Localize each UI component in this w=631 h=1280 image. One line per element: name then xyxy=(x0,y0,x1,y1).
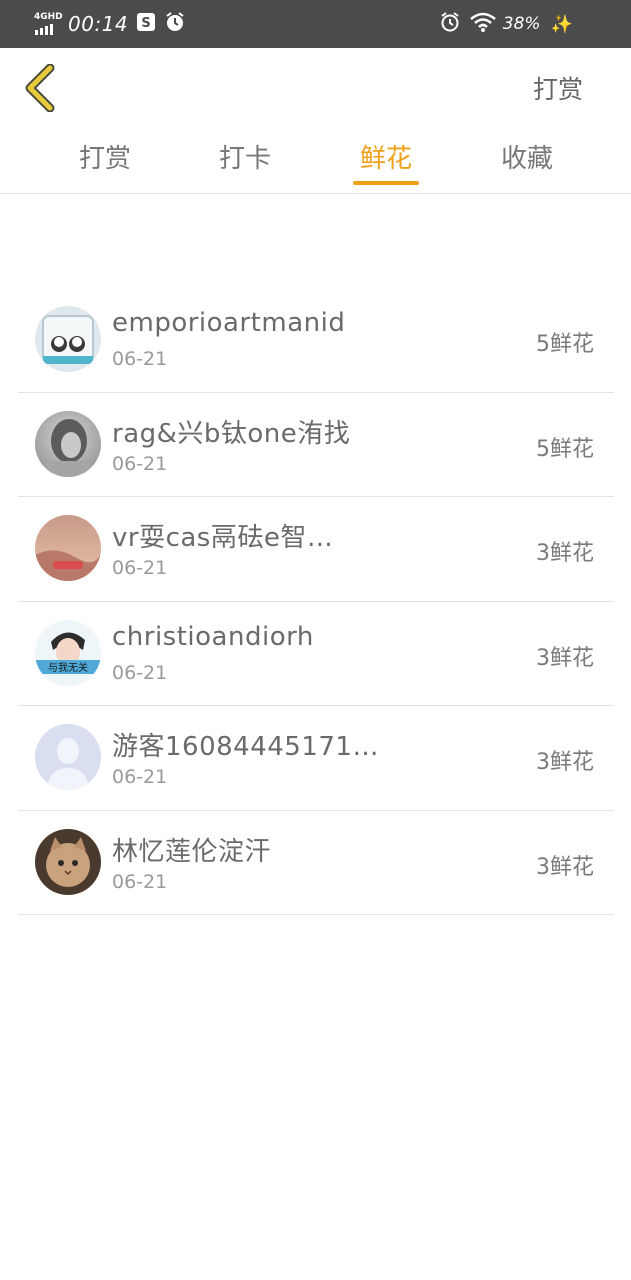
flower-gift-list: emporioartmanid 06-21 5鲜花 rag&兴b钛one洧找 0… xyxy=(18,288,614,915)
gift-date: 06-21 xyxy=(112,348,168,370)
flower-count: 5鲜花 xyxy=(536,436,594,462)
default-avatar-icon xyxy=(35,724,101,790)
avatar: 与我无关 xyxy=(35,619,101,686)
tab-flowers[interactable]: 鲜花 xyxy=(353,138,419,188)
flower-count: 3鲜花 xyxy=(536,541,594,566)
alarm-icon xyxy=(439,11,461,37)
battery-level: 38% xyxy=(502,14,541,34)
reward-action-button[interactable]: 打赏 xyxy=(533,70,583,106)
alarm-icon xyxy=(164,11,186,37)
tab-label: 鲜花 xyxy=(359,144,412,174)
status-bar: 4GHD 00:14 S 38% ✨ xyxy=(0,0,631,48)
user-name: vr耍cas鬲砝e智… xyxy=(112,523,334,553)
notification-app-icon: S xyxy=(136,12,156,36)
tab-favorites[interactable]: 收藏 xyxy=(494,138,560,188)
user-name: 游客16084445171… xyxy=(112,732,379,762)
list-item[interactable]: 游客16084445171… 06-21 3鲜花 xyxy=(18,706,614,811)
list-item[interactable]: rag&兴b钛one洧找 06-21 5鲜花 xyxy=(18,393,614,497)
list-item[interactable]: vr耍cas鬲砝e智… 06-21 3鲜花 xyxy=(18,497,614,602)
gift-date: 06-21 xyxy=(112,452,168,475)
user-name: emporioartmanid xyxy=(112,308,346,338)
cellular-signal-icon: 4GHD xyxy=(34,12,63,36)
user-name: christioandiorh xyxy=(112,621,314,652)
gift-date: 06-21 xyxy=(112,557,168,579)
avatar xyxy=(35,828,101,895)
svg-text:S: S xyxy=(141,16,150,31)
wifi-icon xyxy=(469,11,497,37)
sparkle-icon: ✨ xyxy=(550,13,573,35)
app-header: 打赏 xyxy=(0,48,631,128)
avatar xyxy=(35,410,101,477)
flower-count: 3鲜花 xyxy=(536,645,594,671)
list-item[interactable]: 与我无关 christioandiorh 06-21 3鲜花 xyxy=(18,602,614,706)
tab-reward[interactable]: 打赏 xyxy=(72,138,138,188)
network-type: 4GHD xyxy=(34,12,63,22)
flower-count: 5鲜花 xyxy=(536,332,594,357)
status-right: 38% ✨ xyxy=(439,10,573,38)
status-time: 00:14 xyxy=(68,12,129,36)
tab-bar: 打赏 打卡 鲜花 收藏 xyxy=(0,130,631,194)
avatar xyxy=(35,306,101,372)
flower-count: 3鲜花 xyxy=(536,854,594,880)
gift-date: 06-21 xyxy=(112,870,168,893)
chevron-left-icon xyxy=(25,63,55,113)
flower-count: 3鲜花 xyxy=(536,750,594,775)
tab-label: 打卡 xyxy=(218,144,271,174)
list-item[interactable]: 林忆莲伦淀汗 06-21 3鲜花 xyxy=(18,811,614,915)
gift-date: 06-21 xyxy=(112,766,168,788)
avatar xyxy=(35,515,101,581)
gift-date: 06-21 xyxy=(112,661,168,684)
list-item[interactable]: emporioartmanid 06-21 5鲜花 xyxy=(18,288,614,393)
tab-label: 收藏 xyxy=(500,144,553,174)
active-tab-indicator xyxy=(353,181,419,185)
user-name: rag&兴b钛one洧找 xyxy=(112,418,351,449)
tab-checkin[interactable]: 打卡 xyxy=(212,138,278,188)
status-left: 4GHD 00:14 S xyxy=(34,10,186,38)
user-name: 林忆莲伦淀汗 xyxy=(112,836,272,867)
tab-label: 打赏 xyxy=(78,144,131,174)
back-button[interactable] xyxy=(22,63,62,113)
avatar-badge-text: 与我无关 xyxy=(48,661,88,674)
